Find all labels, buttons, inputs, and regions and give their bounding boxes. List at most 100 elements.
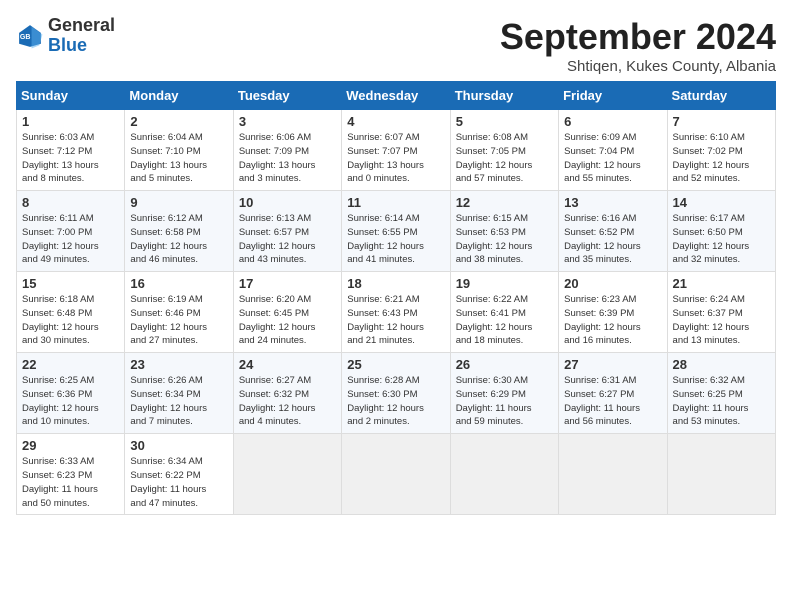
day-number: 30 [130, 438, 227, 453]
page-header: GB General Blue September 2024 Shtiqen, … [16, 16, 776, 75]
day-number: 29 [22, 438, 119, 453]
day-info: Sunrise: 6:23 AM Sunset: 6:39 PM Dayligh… [564, 293, 661, 348]
calendar-cell [342, 434, 450, 515]
day-info: Sunrise: 6:13 AM Sunset: 6:57 PM Dayligh… [239, 212, 336, 267]
day-info: Sunrise: 6:22 AM Sunset: 6:41 PM Dayligh… [456, 293, 553, 348]
calendar-cell [559, 434, 667, 515]
calendar-cell: 1Sunrise: 6:03 AM Sunset: 7:12 PM Daylig… [17, 110, 125, 191]
logo: GB General Blue [16, 16, 115, 56]
weekday-header-monday: Monday [125, 82, 233, 110]
day-number: 1 [22, 114, 119, 129]
day-info: Sunrise: 6:14 AM Sunset: 6:55 PM Dayligh… [347, 212, 444, 267]
day-info: Sunrise: 6:26 AM Sunset: 6:34 PM Dayligh… [130, 374, 227, 429]
calendar-cell: 4Sunrise: 6:07 AM Sunset: 7:07 PM Daylig… [342, 110, 450, 191]
day-number: 10 [239, 195, 336, 210]
day-info: Sunrise: 6:04 AM Sunset: 7:10 PM Dayligh… [130, 131, 227, 186]
weekday-header-friday: Friday [559, 82, 667, 110]
calendar-cell: 16 Sunrise: 6:19 AM Sunset: 6:46 PM Dayli… [125, 272, 233, 353]
calendar-cell: 29 Sunrise: 6:33 AM Sunset: 6:23 PM Dayli… [17, 434, 125, 515]
day-info: Sunrise: 6:20 AM Sunset: 6:45 PM Dayligh… [239, 293, 336, 348]
calendar-cell: 17Sunrise: 6:20 AM Sunset: 6:45 PM Dayli… [233, 272, 341, 353]
calendar-cell: 3Sunrise: 6:06 AM Sunset: 7:09 PM Daylig… [233, 110, 341, 191]
title-section: September 2024 Shtiqen, Kukes County, Al… [500, 16, 776, 75]
day-info: Sunrise: 6:34 AM Sunset: 6:22 PM Dayligh… [130, 455, 227, 510]
calendar-cell [450, 434, 558, 515]
month-title: September 2024 [500, 16, 776, 58]
day-info: Sunrise: 6:15 AM Sunset: 6:53 PM Dayligh… [456, 212, 553, 267]
calendar-header-row: SundayMondayTuesdayWednesdayThursdayFrid… [17, 82, 776, 110]
day-info: Sunrise: 6:12 AM Sunset: 6:58 PM Dayligh… [130, 212, 227, 267]
calendar-cell: 24 Sunrise: 6:27 AM Sunset: 6:32 PM Dayli… [233, 353, 341, 434]
calendar-week-row: 15Sunrise: 6:18 AM Sunset: 6:48 PM Dayli… [17, 272, 776, 353]
weekday-header-tuesday: Tuesday [233, 82, 341, 110]
day-number: 22 [22, 357, 119, 372]
weekday-header-wednesday: Wednesday [342, 82, 450, 110]
day-number: 15 [22, 276, 119, 291]
day-number: 16 [130, 276, 227, 291]
calendar-cell: 20 Sunrise: 6:23 AM Sunset: 6:39 PM Dayli… [559, 272, 667, 353]
calendar-cell: 27 Sunrise: 6:31 AM Sunset: 6:27 PM Dayli… [559, 353, 667, 434]
calendar-cell: 8Sunrise: 6:11 AM Sunset: 7:00 PM Daylig… [17, 191, 125, 272]
calendar-cell: 21 Sunrise: 6:24 AM Sunset: 6:37 PM Dayli… [667, 272, 775, 353]
weekday-header-saturday: Saturday [667, 82, 775, 110]
day-info: Sunrise: 6:08 AM Sunset: 7:05 PM Dayligh… [456, 131, 553, 186]
day-number: 8 [22, 195, 119, 210]
calendar-week-row: 29 Sunrise: 6:33 AM Sunset: 6:23 PM Dayli… [17, 434, 776, 515]
svg-text:GB: GB [20, 34, 31, 41]
day-number: 21 [673, 276, 770, 291]
calendar-cell: 11 Sunrise: 6:14 AM Sunset: 6:55 PM Dayli… [342, 191, 450, 272]
day-number: 2 [130, 114, 227, 129]
day-info: Sunrise: 6:17 AM Sunset: 6:50 PM Dayligh… [673, 212, 770, 267]
calendar-cell: 12Sunrise: 6:15 AM Sunset: 6:53 PM Dayli… [450, 191, 558, 272]
calendar-cell: 22 Sunrise: 6:25 AM Sunset: 6:36 PM Dayli… [17, 353, 125, 434]
calendar-cell [233, 434, 341, 515]
calendar-cell: 23Sunrise: 6:26 AM Sunset: 6:34 PM Dayli… [125, 353, 233, 434]
day-number: 13 [564, 195, 661, 210]
day-info: Sunrise: 6:27 AM Sunset: 6:32 PM Dayligh… [239, 374, 336, 429]
calendar-cell: 30 Sunrise: 6:34 AM Sunset: 6:22 PM Dayli… [125, 434, 233, 515]
logo-general-text: General [48, 15, 115, 35]
logo-icon: GB [16, 22, 44, 50]
day-number: 9 [130, 195, 227, 210]
calendar-cell: 26 Sunrise: 6:30 AM Sunset: 6:29 PM Dayli… [450, 353, 558, 434]
day-number: 6 [564, 114, 661, 129]
day-number: 18 [347, 276, 444, 291]
calendar-table: SundayMondayTuesdayWednesdayThursdayFrid… [16, 81, 776, 515]
day-info: Sunrise: 6:06 AM Sunset: 7:09 PM Dayligh… [239, 131, 336, 186]
day-info: Sunrise: 6:16 AM Sunset: 6:52 PM Dayligh… [564, 212, 661, 267]
calendar-cell: 18Sunrise: 6:21 AM Sunset: 6:43 PM Dayli… [342, 272, 450, 353]
calendar-cell: 9 Sunrise: 6:12 AM Sunset: 6:58 PM Daylig… [125, 191, 233, 272]
day-info: Sunrise: 6:09 AM Sunset: 7:04 PM Dayligh… [564, 131, 661, 186]
calendar-cell: 2 Sunrise: 6:04 AM Sunset: 7:10 PM Daylig… [125, 110, 233, 191]
calendar-cell: 28 Sunrise: 6:32 AM Sunset: 6:25 PM Dayli… [667, 353, 775, 434]
day-number: 19 [456, 276, 553, 291]
day-info: Sunrise: 6:25 AM Sunset: 6:36 PM Dayligh… [22, 374, 119, 429]
day-number: 20 [564, 276, 661, 291]
weekday-header-sunday: Sunday [17, 82, 125, 110]
day-number: 28 [673, 357, 770, 372]
day-info: Sunrise: 6:30 AM Sunset: 6:29 PM Dayligh… [456, 374, 553, 429]
day-number: 27 [564, 357, 661, 372]
calendar-cell: 25Sunrise: 6:28 AM Sunset: 6:30 PM Dayli… [342, 353, 450, 434]
calendar-week-row: 1Sunrise: 6:03 AM Sunset: 7:12 PM Daylig… [17, 110, 776, 191]
calendar-week-row: 22 Sunrise: 6:25 AM Sunset: 6:36 PM Dayli… [17, 353, 776, 434]
day-info: Sunrise: 6:32 AM Sunset: 6:25 PM Dayligh… [673, 374, 770, 429]
calendar-cell: 19 Sunrise: 6:22 AM Sunset: 6:41 PM Dayli… [450, 272, 558, 353]
calendar-cell [667, 434, 775, 515]
calendar-cell: 13 Sunrise: 6:16 AM Sunset: 6:52 PM Dayli… [559, 191, 667, 272]
day-number: 11 [347, 195, 444, 210]
day-info: Sunrise: 6:28 AM Sunset: 6:30 PM Dayligh… [347, 374, 444, 429]
day-info: Sunrise: 6:31 AM Sunset: 6:27 PM Dayligh… [564, 374, 661, 429]
calendar-week-row: 8Sunrise: 6:11 AM Sunset: 7:00 PM Daylig… [17, 191, 776, 272]
calendar-cell: 6 Sunrise: 6:09 AM Sunset: 7:04 PM Daylig… [559, 110, 667, 191]
day-number: 4 [347, 114, 444, 129]
day-info: Sunrise: 6:24 AM Sunset: 6:37 PM Dayligh… [673, 293, 770, 348]
calendar-cell: 14Sunrise: 6:17 AM Sunset: 6:50 PM Dayli… [667, 191, 775, 272]
day-info: Sunrise: 6:33 AM Sunset: 6:23 PM Dayligh… [22, 455, 119, 510]
location-subtitle: Shtiqen, Kukes County, Albania [500, 58, 776, 75]
day-number: 24 [239, 357, 336, 372]
calendar-cell: 7Sunrise: 6:10 AM Sunset: 7:02 PM Daylig… [667, 110, 775, 191]
day-number: 26 [456, 357, 553, 372]
day-number: 5 [456, 114, 553, 129]
day-info: Sunrise: 6:19 AM Sunset: 6:46 PM Dayligh… [130, 293, 227, 348]
